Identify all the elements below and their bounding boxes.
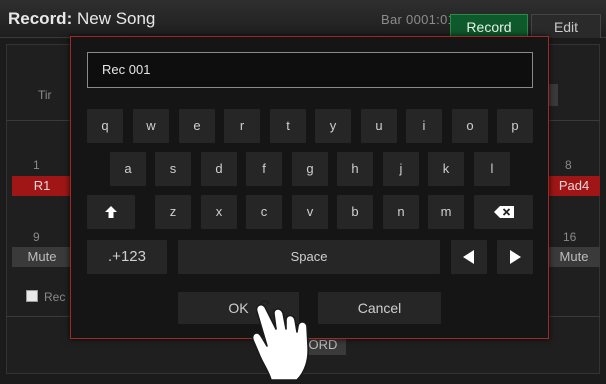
backspace-key[interactable]	[474, 195, 533, 229]
arrow-left-icon	[463, 250, 474, 264]
bar-position: Bar 0001:01	[381, 12, 456, 27]
page-title: Record: New Song	[8, 9, 155, 29]
tab-edit[interactable]: Edit	[531, 14, 601, 38]
checkbox-label: Rec	[44, 290, 66, 304]
track-number-8: 8	[565, 158, 572, 172]
tab-record[interactable]: Record	[450, 14, 528, 38]
track-number-16: 16	[563, 230, 577, 244]
cursor-right-key[interactable]	[497, 240, 533, 274]
key-z[interactable]: z	[155, 195, 191, 229]
track-button-r1[interactable]: R1	[12, 176, 72, 196]
mute-button-9[interactable]: Mute	[12, 247, 72, 267]
shift-arrow-icon	[105, 206, 117, 218]
key-v[interactable]: v	[292, 195, 328, 229]
cursor-left-key[interactable]	[451, 240, 487, 274]
key-d[interactable]: d	[201, 152, 237, 186]
tempo-value-box	[548, 84, 558, 106]
key-h[interactable]: h	[337, 152, 373, 186]
key-s[interactable]: s	[155, 152, 191, 186]
key-a[interactable]: a	[110, 152, 146, 186]
key-m[interactable]: m	[428, 195, 464, 229]
track-number-9: 9	[33, 230, 40, 244]
number-mode-key[interactable]: .+123	[87, 240, 167, 274]
key-o[interactable]: o	[452, 109, 488, 143]
shift-key[interactable]	[87, 195, 135, 229]
track-number-1: 1	[33, 158, 40, 172]
rec-checkbox[interactable]	[26, 290, 38, 302]
mute-button-16[interactable]: Mute	[548, 247, 600, 267]
song-name: New Song	[72, 9, 156, 28]
key-w[interactable]: w	[133, 109, 169, 143]
key-u[interactable]: u	[361, 109, 397, 143]
key-c[interactable]: c	[246, 195, 282, 229]
backspace-icon	[493, 206, 514, 218]
key-g[interactable]: g	[292, 152, 328, 186]
title-mode: Record:	[8, 9, 73, 28]
key-y[interactable]: y	[315, 109, 351, 143]
key-j[interactable]: j	[383, 152, 419, 186]
keyboard-dialog: Rec 001 q w e r t y u i o p a s d f g h …	[70, 36, 549, 339]
key-k[interactable]: k	[428, 152, 464, 186]
key-e[interactable]: e	[179, 109, 215, 143]
key-f[interactable]: f	[246, 152, 282, 186]
key-l[interactable]: l	[474, 152, 510, 186]
key-t[interactable]: t	[270, 109, 306, 143]
tempo-label: Tir	[38, 88, 52, 102]
key-q[interactable]: q	[87, 109, 123, 143]
header-bar: Record: New Song Bar 0001:01 Record Edit	[0, 0, 606, 38]
track-button-pad4[interactable]: Pad4	[548, 176, 600, 196]
song-name-input[interactable]: Rec 001	[87, 52, 533, 88]
tapping-hand-icon	[251, 300, 309, 381]
key-p[interactable]: p	[497, 109, 533, 143]
key-x[interactable]: x	[201, 195, 237, 229]
key-i[interactable]: i	[406, 109, 442, 143]
space-key[interactable]: Space	[178, 240, 440, 274]
key-b[interactable]: b	[337, 195, 373, 229]
key-n[interactable]: n	[383, 195, 419, 229]
arrow-right-icon	[510, 250, 521, 264]
key-r[interactable]: r	[224, 109, 260, 143]
